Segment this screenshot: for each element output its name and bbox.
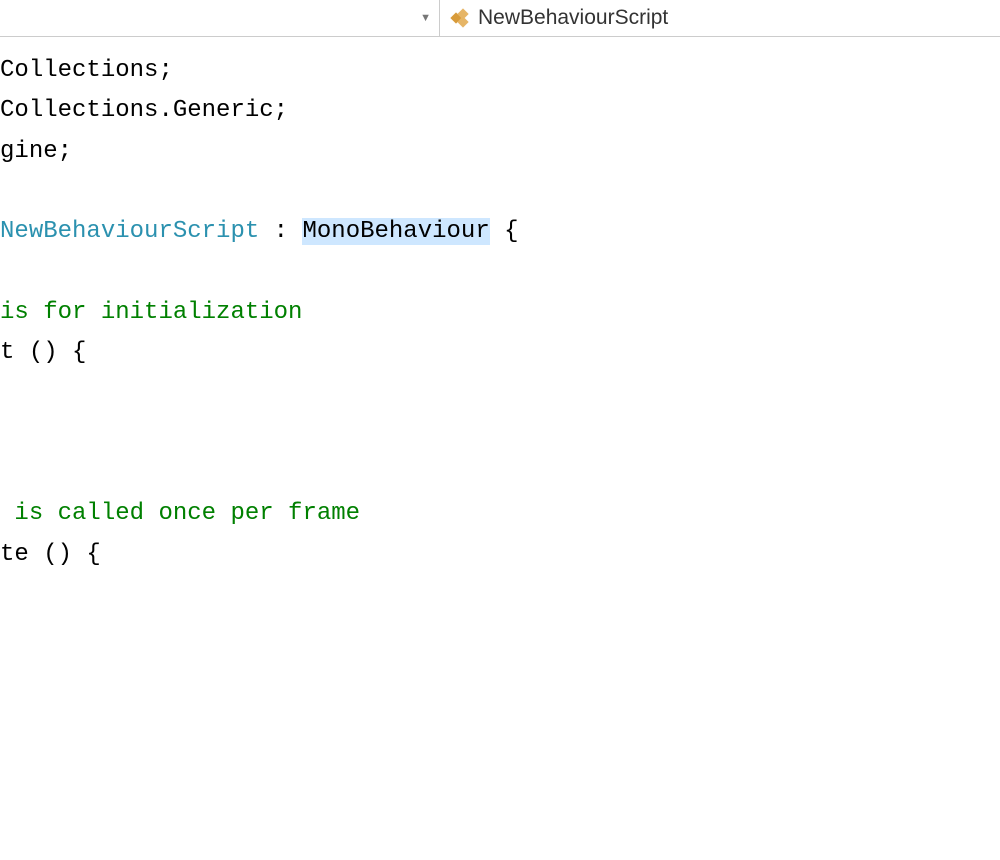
code-line: se this for initialization — [0, 299, 302, 326]
breadcrumb-bar: ▼ NewBehaviourScript — [0, 0, 1000, 37]
code-line: lass NewBehaviourScript : MonoBehaviour … — [0, 218, 519, 245]
code-line: stem.Collections; — [0, 57, 173, 84]
code-line: ltyEngine; — [0, 138, 72, 165]
code-line: stem.Collections.Generic; — [0, 97, 288, 124]
code-line: odate is called once per frame — [0, 500, 360, 527]
code-editor[interactable]: stem.Collections; stem.Collections.Gener… — [0, 37, 1000, 575]
code-line: Start () { — [0, 339, 86, 366]
code-line: Update () { — [0, 541, 101, 568]
chevron-down-icon: ▼ — [420, 12, 431, 24]
breadcrumb-left-segment[interactable]: ▼ — [0, 0, 440, 36]
breadcrumb-class-label: NewBehaviourScript — [478, 6, 668, 30]
breadcrumb-right-segment[interactable]: NewBehaviourScript — [440, 0, 1000, 36]
class-icon — [450, 8, 472, 28]
